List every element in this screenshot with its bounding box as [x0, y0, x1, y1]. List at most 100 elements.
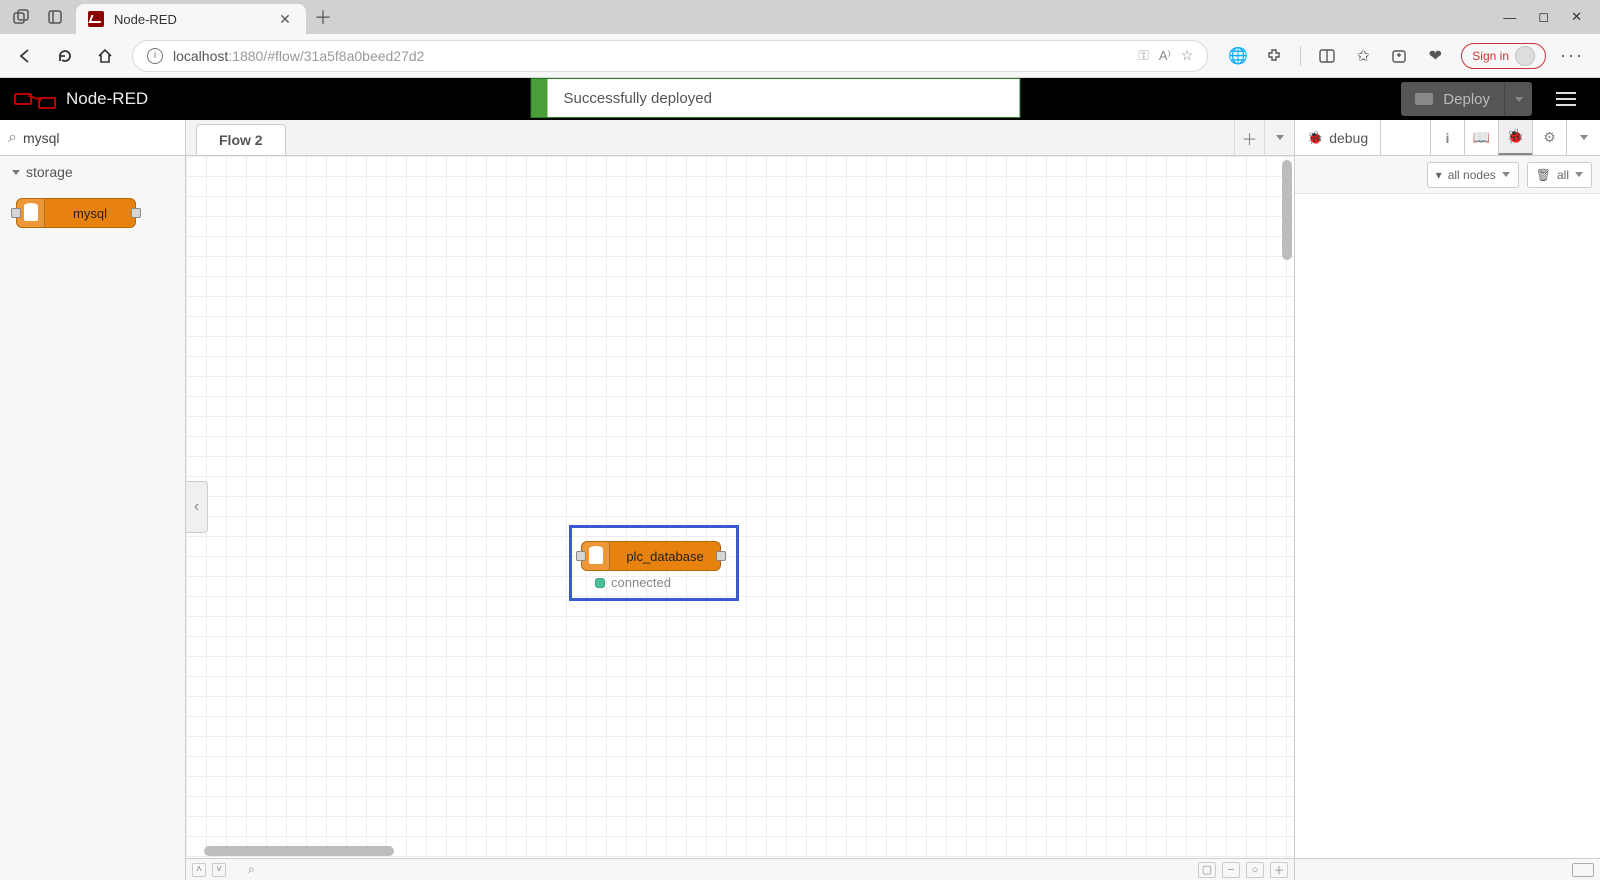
- nodered-logo-icon: [14, 90, 56, 108]
- deploy-menu-button[interactable]: [1504, 82, 1532, 116]
- browser-more-icon[interactable]: ···: [1562, 46, 1582, 66]
- workspace: Flow 2 ＋ plc_database: [186, 120, 1294, 880]
- node-input-port[interactable]: [576, 551, 586, 561]
- trash-icon: 🗑: [1536, 168, 1551, 182]
- palette-node-label: mysql: [45, 206, 135, 221]
- url-key-icon[interactable]: ⚿: [1138, 47, 1149, 64]
- node-output-port: [131, 208, 141, 218]
- zoom-out-button[interactable]: −: [1222, 862, 1240, 878]
- debug-clear-label: all: [1557, 168, 1569, 182]
- site-info-icon[interactable]: i: [147, 48, 163, 64]
- palette-panel: ⌕ ✕ storage mysql: [0, 120, 186, 880]
- flow-node-plc-database[interactable]: plc_database: [581, 541, 721, 571]
- palette-category-storage[interactable]: storage: [0, 156, 185, 188]
- browser-tabactions-icon[interactable]: [46, 8, 64, 26]
- favorites-icon[interactable]: ✩: [1353, 46, 1373, 66]
- signin-button[interactable]: Sign in: [1461, 43, 1546, 69]
- sidebar-panel: 🐞 debug i 📖 🐞 ⚙ ▾ all nodes: [1294, 120, 1600, 880]
- chevron-down-icon: [1502, 172, 1510, 177]
- zoom-in-button[interactable]: ＋: [1270, 862, 1288, 878]
- sidebar-help-icon[interactable]: 📖: [1464, 120, 1498, 155]
- toast-accent: [532, 79, 548, 117]
- palette-search: ⌕ ✕: [0, 120, 185, 156]
- flow-list-button[interactable]: [1264, 120, 1294, 155]
- sidebar-info-icon[interactable]: i: [1430, 120, 1464, 155]
- search-icon: ⌕: [8, 129, 17, 147]
- deploy-button[interactable]: Deploy: [1401, 82, 1504, 116]
- canvas-scrollbar-horizontal[interactable]: [204, 846, 394, 856]
- sidebar-footer: [1294, 858, 1600, 880]
- flow-tab-active[interactable]: Flow 2: [196, 124, 286, 155]
- flow-node-label: plc_database: [610, 549, 720, 564]
- sidebar-tab-label: debug: [1329, 130, 1368, 146]
- signin-label: Sign in: [1472, 49, 1509, 63]
- window-maximize-icon[interactable]: ◻: [1538, 9, 1549, 25]
- collections-icon[interactable]: [1389, 46, 1409, 66]
- deploy-label: Deploy: [1443, 91, 1490, 108]
- sidebar-popout-icon[interactable]: [1572, 863, 1594, 877]
- browser-titlebar: Node-RED ✕ ＋ ― ◻ ✕: [0, 0, 1600, 34]
- nav-back-button[interactable]: [12, 43, 38, 69]
- window-controls: ― ◻ ✕: [1485, 0, 1600, 34]
- palette-category-label: storage: [26, 164, 73, 180]
- flow-node-status: connected: [595, 575, 671, 590]
- nav-refresh-button[interactable]: [52, 43, 78, 69]
- nodered-favicon-icon: [88, 11, 104, 27]
- url-text: localhost:1880/#flow/31a5f8a0beed27d2: [173, 48, 1128, 64]
- window-minimize-icon[interactable]: ―: [1503, 10, 1516, 25]
- navigator-icon[interactable]: ▢: [1198, 862, 1216, 878]
- deploy-toast: Successfully deployed: [531, 78, 1021, 118]
- zoom-reset-button[interactable]: ○: [1246, 862, 1264, 878]
- debug-message-list: [1295, 194, 1600, 880]
- extensions-icon[interactable]: [1264, 46, 1284, 66]
- split-screen-icon[interactable]: [1317, 46, 1337, 66]
- separator: [1300, 46, 1301, 66]
- footer-nav-up-icon[interactable]: ˄: [192, 863, 206, 877]
- url-input[interactable]: i localhost:1880/#flow/31a5f8a0beed27d2 …: [132, 40, 1208, 72]
- debug-filter-label: all nodes: [1448, 168, 1496, 182]
- flow-canvas[interactable]: plc_database connected ‹: [186, 156, 1294, 858]
- browser-heart-icon[interactable]: ❤: [1425, 46, 1445, 66]
- flow-tabs: Flow 2 ＋: [186, 120, 1294, 156]
- add-flow-button[interactable]: ＋: [1234, 120, 1264, 155]
- database-icon: [17, 199, 45, 227]
- canvas-scrollbar-vertical[interactable]: [1282, 160, 1292, 260]
- nav-home-button[interactable]: [92, 43, 118, 69]
- toast-message: Successfully deployed: [548, 90, 728, 107]
- app-name: Node-RED: [66, 89, 148, 109]
- read-aloud-icon[interactable]: A⁾: [1159, 48, 1171, 64]
- chevron-down-icon: [1575, 172, 1583, 177]
- footer-nav-down-icon[interactable]: ˅: [212, 863, 226, 877]
- debug-clear-button[interactable]: 🗑 all: [1527, 162, 1592, 188]
- sidebar-debug-icon[interactable]: 🐞: [1498, 120, 1532, 155]
- filter-icon: ▾: [1436, 168, 1442, 182]
- workspace-footer: ˄ ˅ ⌕ ▢ − ○ ＋: [186, 858, 1294, 880]
- node-input-port: [11, 208, 21, 218]
- footer-search-icon[interactable]: ⌕: [248, 862, 255, 877]
- browser-tab-title: Node-RED: [114, 12, 266, 27]
- sidebar-more-icon[interactable]: [1566, 120, 1600, 155]
- window-close-icon[interactable]: ✕: [1571, 9, 1582, 25]
- node-output-port[interactable]: [716, 551, 726, 561]
- flow-tab-label: Flow 2: [219, 132, 263, 148]
- deploy-icon: [1415, 93, 1433, 105]
- ext-ie-icon[interactable]: 🌐: [1228, 46, 1248, 66]
- new-tab-button[interactable]: ＋: [306, 0, 340, 34]
- browser-tab-active[interactable]: Node-RED ✕: [76, 4, 306, 34]
- main-menu-button[interactable]: [1546, 82, 1586, 116]
- profile-avatar-icon: [1515, 46, 1535, 66]
- tab-close-icon[interactable]: ✕: [276, 11, 294, 28]
- sidebar-tab-debug[interactable]: 🐞 debug: [1295, 120, 1381, 155]
- app-header: Node-RED Successfully deployed Deploy: [0, 78, 1600, 120]
- debug-filter-button[interactable]: ▾ all nodes: [1427, 162, 1519, 188]
- flow-node-status-text: connected: [611, 575, 671, 590]
- bug-icon: 🐞: [1307, 130, 1323, 146]
- app-logo[interactable]: Node-RED: [14, 89, 148, 109]
- palette-search-input[interactable]: [23, 130, 204, 146]
- palette-collapse-handle[interactable]: ‹: [186, 481, 208, 533]
- sidebar-config-icon[interactable]: ⚙: [1532, 120, 1566, 155]
- browser-workspaces-icon[interactable]: [12, 8, 30, 26]
- browser-addressbar: i localhost:1880/#flow/31a5f8a0beed27d2 …: [0, 34, 1600, 78]
- favorite-star-icon[interactable]: ☆: [1181, 47, 1194, 64]
- palette-node-mysql[interactable]: mysql: [16, 198, 136, 228]
